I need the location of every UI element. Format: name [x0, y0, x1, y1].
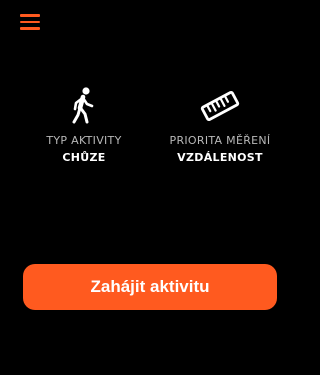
measurement-priority-label: PRIORITA MĚŘENÍ: [169, 134, 271, 147]
activity-options: TYP AKTIVITY CHŮZE PRIORITA MĚŘENÍ VZDÁL…: [0, 84, 300, 174]
start-activity-button[interactable]: Zahájit aktivitu: [23, 264, 277, 310]
hamburger-menu-icon: [20, 14, 42, 30]
measurement-priority-option[interactable]: PRIORITA MĚŘENÍ VZDÁLENOST: [145, 84, 295, 174]
menu-button[interactable]: [20, 14, 42, 34]
walking-person-icon: [72, 87, 94, 124]
ruler-icon: [200, 90, 240, 122]
activity-type-option[interactable]: TYP AKTIVITY CHŮZE: [9, 84, 159, 174]
measurement-priority-value: VZDÁLENOST: [177, 151, 263, 164]
activity-type-label: TYP AKTIVITY: [46, 134, 122, 147]
activity-type-value: CHŮZE: [62, 151, 106, 164]
